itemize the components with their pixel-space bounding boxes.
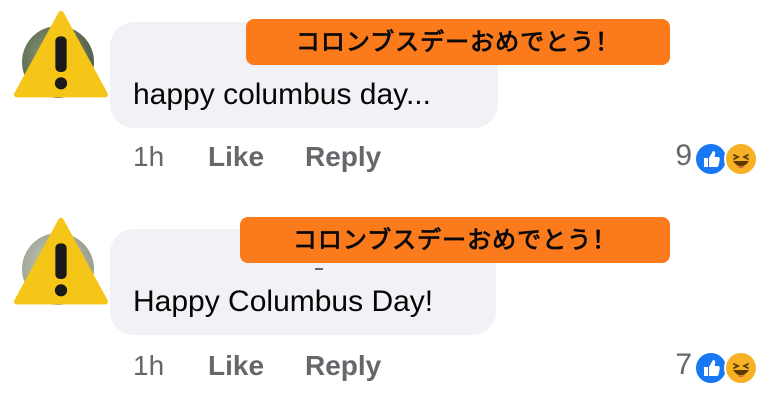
author-name-remnant <box>315 268 323 270</box>
haha-icon <box>724 142 758 176</box>
overlay-banner: コロンブスデーおめでとう！ <box>246 19 670 65</box>
comment: Happy Columbus Day! コロンブスデーおめでとう！ 1h Lik… <box>0 207 780 407</box>
timestamp[interactable]: 1h <box>133 350 164 382</box>
like-icon <box>694 142 728 176</box>
comment: happy columbus day... コロンブスデーおめでとう！ 1h L… <box>0 0 780 200</box>
like-icon <box>694 351 728 385</box>
warning-icon <box>14 217 108 305</box>
reaction-count: 7 <box>675 348 692 381</box>
timestamp[interactable]: 1h <box>133 141 164 173</box>
like-button[interactable]: Like <box>208 350 264 382</box>
warning-icon <box>14 10 108 98</box>
like-button[interactable]: Like <box>208 141 264 173</box>
haha-icon <box>724 351 758 385</box>
comment-text: Happy Columbus Day! <box>133 285 434 318</box>
comment-text: happy columbus day... <box>133 78 431 111</box>
reply-button[interactable]: Reply <box>305 141 381 173</box>
overlay-banner: コロンブスデーおめでとう！ <box>240 217 670 263</box>
reaction-count: 9 <box>675 139 692 172</box>
reply-button[interactable]: Reply <box>305 350 381 382</box>
